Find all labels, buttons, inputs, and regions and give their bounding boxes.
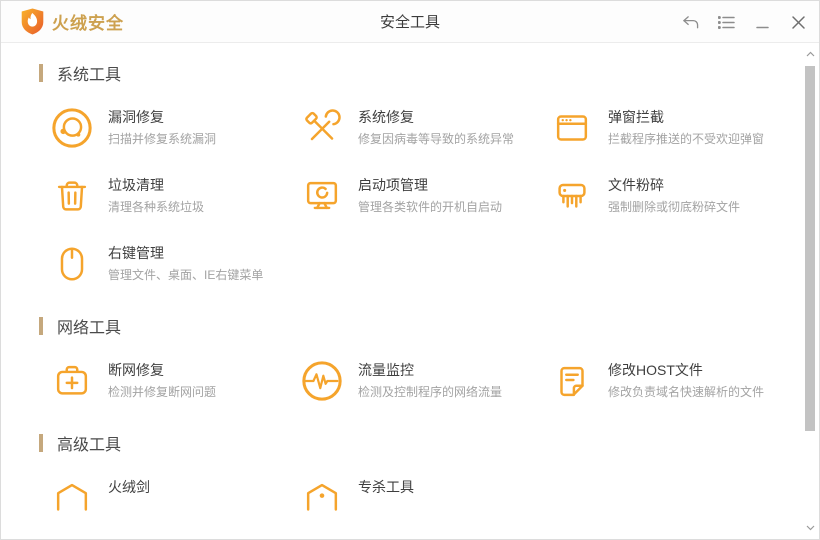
scroll-up-button[interactable] (806, 44, 815, 64)
window-controls (682, 1, 807, 43)
section-title: 高级工具 (57, 437, 122, 454)
shield-dot-icon (306, 483, 338, 511)
section-title: 系统工具 (57, 67, 122, 84)
brand-name: 火绒安全 (52, 14, 124, 33)
tool-title: 垃圾清理 (108, 177, 164, 193)
tool-desc: 扫描并修复系统漏洞 (108, 132, 217, 147)
tool-file-shredder[interactable]: 文件粉碎 强制删除或彻底粉碎文件 (551, 175, 811, 217)
tool-title: 漏洞修复 (108, 109, 164, 125)
tool-system-repair[interactable]: 系统修复 修复因病毒等导致的系统异常 (301, 107, 551, 149)
section-title: 网络工具 (57, 320, 122, 337)
tool-title: 火绒剑 (108, 479, 150, 495)
tool-host-file-editor[interactable]: 修改HOST文件 修改负责域名快速解析的文件 (551, 360, 811, 402)
shield-icon (56, 483, 88, 511)
document-edit-icon (560, 366, 584, 397)
tool-popup-block[interactable]: 弹窗拦截 拦截程序推送的不受欢迎弹窗 (551, 107, 811, 149)
section-bar (39, 317, 43, 335)
titlebar: 火绒安全 安全工具 (1, 1, 819, 43)
tool-title: 系统修复 (358, 109, 414, 125)
tool-title: 断网修复 (108, 362, 164, 378)
section-system-tools: 系统工具 漏洞修复 扫描并修复系统漏洞 系统修复 修复因病毒等导致的系统异常 弹… (39, 62, 793, 285)
section-bar (39, 434, 43, 452)
tool-title: 修改HOST文件 (608, 362, 703, 378)
menu-list-button[interactable] (718, 14, 735, 31)
tool-desc: 拦截程序推送的不受欢迎弹窗 (608, 132, 765, 147)
scroll-down-button[interactable] (806, 518, 815, 538)
tool-desc: 修复因病毒等导致的系统异常 (358, 132, 515, 147)
tool-traffic-monitor[interactable]: 流量监控 检测及控制程序的网络流量 (301, 360, 551, 402)
tool-title: 文件粉碎 (608, 177, 664, 193)
close-button[interactable] (790, 14, 807, 31)
minimize-button[interactable] (754, 14, 771, 31)
scrollbar-thumb[interactable] (805, 66, 815, 431)
first-aid-kit-icon (56, 365, 88, 395)
section-bar (39, 64, 43, 82)
tool-context-menu-manager[interactable]: 右键管理 管理文件、桌面、IE右键菜单 (51, 243, 301, 285)
tool-title: 专杀工具 (358, 479, 414, 495)
popup-window-icon (556, 115, 588, 141)
section-network-tools: 网络工具 断网修复 检测并修复断网问题 流量监控 检测及控制程序的网络流量 修改… (39, 315, 793, 402)
mouse-icon (60, 247, 84, 281)
tool-desc: 修改负责域名快速解析的文件 (608, 385, 765, 400)
scrollbar-track[interactable] (803, 64, 818, 518)
scrollbar (803, 44, 818, 538)
pulse-circle-icon (302, 361, 342, 401)
tool-special-removal[interactable]: 专杀工具 (301, 477, 551, 519)
shield-flame-logo-icon (21, 8, 44, 35)
tool-title: 流量监控 (358, 362, 414, 378)
section-advanced-tools: 高级工具 火绒剑 专杀工具 (39, 432, 793, 519)
tool-desc: 管理各类软件的开机自启动 (358, 200, 503, 215)
shredder-icon (558, 183, 586, 208)
monitor-power-icon (306, 181, 338, 210)
vulnerability-scan-icon (52, 108, 92, 148)
trash-icon (57, 181, 87, 211)
tool-title: 右键管理 (108, 245, 164, 261)
tool-network-repair[interactable]: 断网修复 检测并修复断网问题 (51, 360, 301, 402)
tool-desc: 检测及控制程序的网络流量 (358, 385, 503, 400)
tool-startup-manager[interactable]: 启动项管理 管理各类软件的开机自启动 (301, 175, 551, 217)
tool-desc: 管理文件、桌面、IE右键菜单 (108, 268, 264, 283)
tool-junk-clean[interactable]: 垃圾清理 清理各种系统垃圾 (51, 175, 301, 217)
tool-desc: 强制删除或彻底粉碎文件 (608, 200, 741, 215)
tool-title: 启动项管理 (358, 177, 428, 193)
app-window: 火绒安全 安全工具 系统工具 漏洞修复 扫描并修复系统漏洞 系统修复 修复因病毒… (0, 0, 820, 540)
back-button[interactable] (682, 14, 699, 31)
crossed-tools-icon (305, 109, 341, 141)
tool-vulnerability-repair[interactable]: 漏洞修复 扫描并修复系统漏洞 (51, 107, 301, 149)
tool-desc: 清理各种系统垃圾 (108, 200, 205, 215)
tool-title: 弹窗拦截 (608, 109, 664, 125)
tool-desc: 检测并修复断网问题 (108, 385, 217, 400)
tools-content: 系统工具 漏洞修复 扫描并修复系统漏洞 系统修复 修复因病毒等导致的系统异常 弹… (1, 43, 819, 519)
brand: 火绒安全 (21, 8, 124, 35)
tool-huorong-sword[interactable]: 火绒剑 (51, 477, 301, 519)
